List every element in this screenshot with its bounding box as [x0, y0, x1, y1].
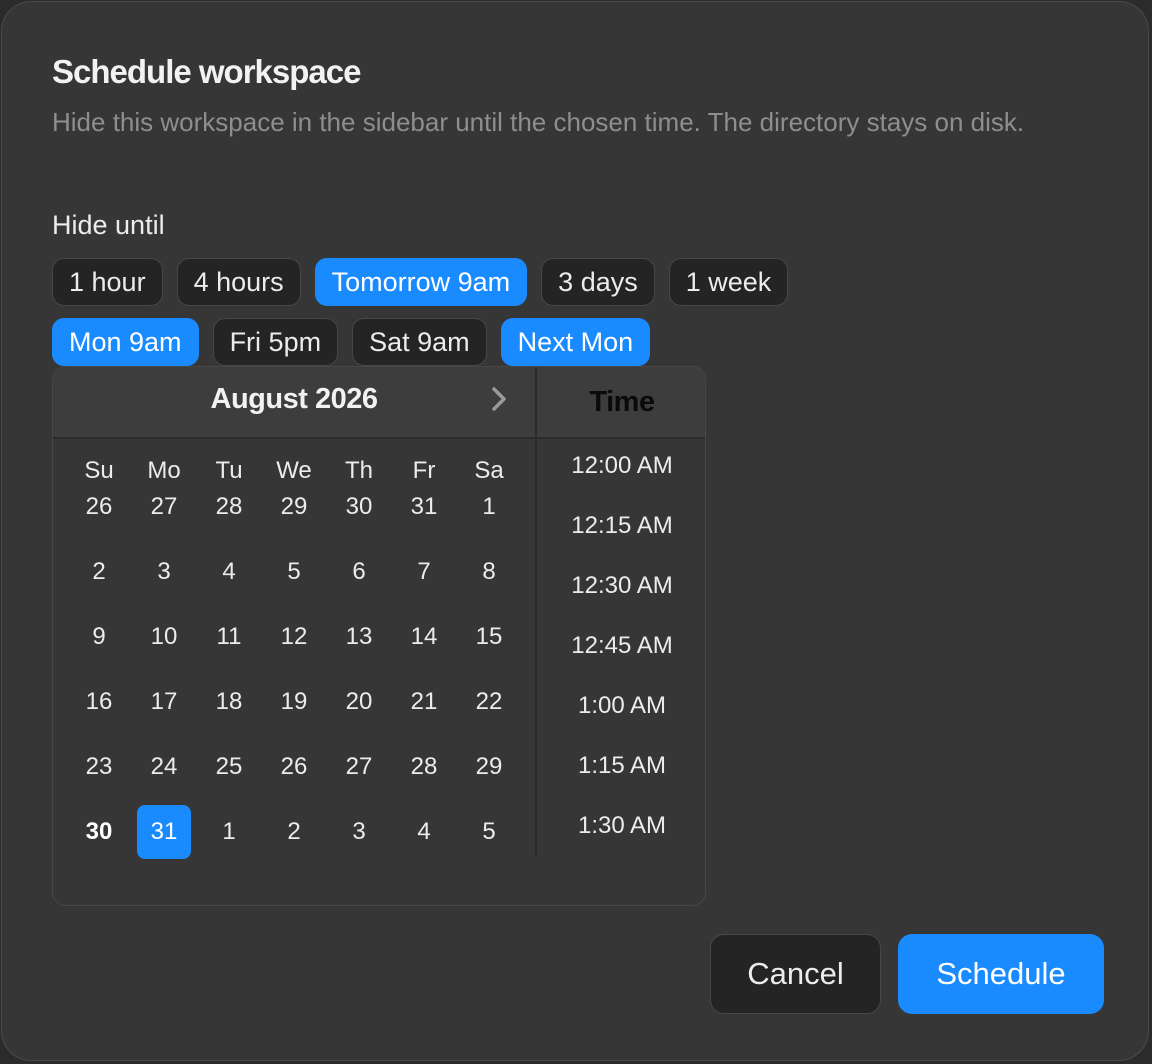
hide-until-label: Hide until [52, 210, 165, 240]
calendar-day[interactable]: 17 [137, 675, 191, 729]
preset-1-week-chip[interactable]: 1 week [668, 258, 789, 306]
schedule-button[interactable]: Schedule [898, 934, 1104, 1014]
calendar-day[interactable]: 13 [332, 610, 386, 664]
time-option[interactable]: 1:15 AM [537, 746, 705, 786]
preset-3-days-chip[interactable]: 3 days [541, 258, 655, 306]
preset-fri-5pm-chip[interactable]: Fri 5pm [212, 318, 339, 366]
calendar-day[interactable]: 3 [332, 805, 386, 859]
time-header: Time [537, 367, 705, 439]
calendar-day[interactable]: 7 [397, 545, 451, 599]
calendar-day[interactable]: 15 [462, 610, 516, 664]
calendar-day[interactable]: 18 [202, 675, 256, 729]
calendar-day[interactable]: 26 [267, 740, 321, 794]
calendar-day[interactable]: 19 [267, 675, 321, 729]
calendar-day[interactable]: 12 [267, 610, 321, 664]
preset-next-mon-chip[interactable]: Next Mon [500, 318, 651, 366]
calendar-day[interactable]: 4 [397, 805, 451, 859]
calendar-day[interactable]: 31 [137, 805, 191, 859]
date-time-picker: August 2026 Time Su Mo Tu We Th Fr Sa 26 27 28 29… [52, 366, 706, 906]
calendar-day[interactable]: 11 [202, 610, 256, 664]
calendar-day[interactable]: 2 [72, 545, 126, 599]
time-option[interactable]: 1:30 AM [537, 806, 705, 846]
next-month-button[interactable] [481, 381, 517, 417]
preset-sat-9am-chip[interactable]: Sat 9am [352, 318, 487, 366]
calendar-day[interactable]: 16 [72, 675, 126, 729]
time-option[interactable]: 1:00 AM [537, 686, 705, 726]
month-label: August 2026 [210, 383, 378, 415]
calendar-day[interactable]: 23 [72, 740, 126, 794]
calendar-day[interactable]: 30 [72, 805, 126, 859]
calendar-day[interactable]: 20 [332, 675, 386, 729]
calendar-day[interactable]: 2 [267, 805, 321, 859]
calendar-day[interactable]: 29 [462, 740, 516, 794]
preset-tomorrow-9am-chip[interactable]: Tomorrow 9am [314, 258, 528, 306]
calendar-day[interactable]: 5 [267, 545, 321, 599]
calendar-header: August 2026 [53, 367, 535, 439]
calendar-day[interactable]: 8 [462, 545, 516, 599]
calendar-day[interactable]: 30 [332, 480, 386, 534]
calendar-day[interactable]: 1 [202, 805, 256, 859]
calendar-day[interactable]: 27 [137, 480, 191, 534]
calendar-day[interactable]: 14 [397, 610, 451, 664]
calendar-day[interactable]: 24 [137, 740, 191, 794]
calendar-day[interactable]: 26 [72, 480, 126, 534]
calendar-day[interactable]: 9 [72, 610, 126, 664]
calendar-day[interactable]: 28 [202, 480, 256, 534]
time-option[interactable]: 12:30 AM [537, 566, 705, 606]
time-option[interactable]: 12:15 AM [537, 506, 705, 546]
schedule-dialog: Schedule workspace Hide this workspace i… [1, 1, 1149, 1061]
preset-4-hours-chip[interactable]: 4 hours [176, 258, 301, 306]
preset-row-1: 1 hour 4 hours Tomorrow 9am 3 days 1 wee… [52, 258, 952, 306]
calendar-day[interactable]: 22 [462, 675, 516, 729]
dialog-title: Schedule workspace [52, 53, 361, 90]
calendar-day[interactable]: 5 [462, 805, 516, 859]
time-option[interactable]: 12:45 AM [537, 626, 705, 666]
chevron-right-icon [492, 387, 506, 411]
calendar-day[interactable]: 21 [397, 675, 451, 729]
calendar-day[interactable]: 28 [397, 740, 451, 794]
calendar-day[interactable]: 1 [462, 480, 516, 534]
calendar-day[interactable]: 29 [267, 480, 321, 534]
calendar-day[interactable]: 6 [332, 545, 386, 599]
time-option[interactable]: 12:00 AM [537, 446, 705, 486]
calendar-day[interactable]: 31 [397, 480, 451, 534]
calendar-day[interactable]: 4 [202, 545, 256, 599]
cancel-button[interactable]: Cancel [710, 934, 881, 1014]
calendar-day[interactable]: 3 [137, 545, 191, 599]
preset-row-2: Mon 9am Fri 5pm Sat 9am Next Mon [52, 318, 952, 366]
preset-mon-9am-chip[interactable]: Mon 9am [52, 318, 199, 366]
calendar-day[interactable]: 10 [137, 610, 191, 664]
dialog-description: Hide this workspace in the sidebar until… [52, 107, 1025, 137]
calendar-day[interactable]: 25 [202, 740, 256, 794]
calendar-day[interactable]: 27 [332, 740, 386, 794]
preset-1-hour-chip[interactable]: 1 hour [52, 258, 163, 306]
